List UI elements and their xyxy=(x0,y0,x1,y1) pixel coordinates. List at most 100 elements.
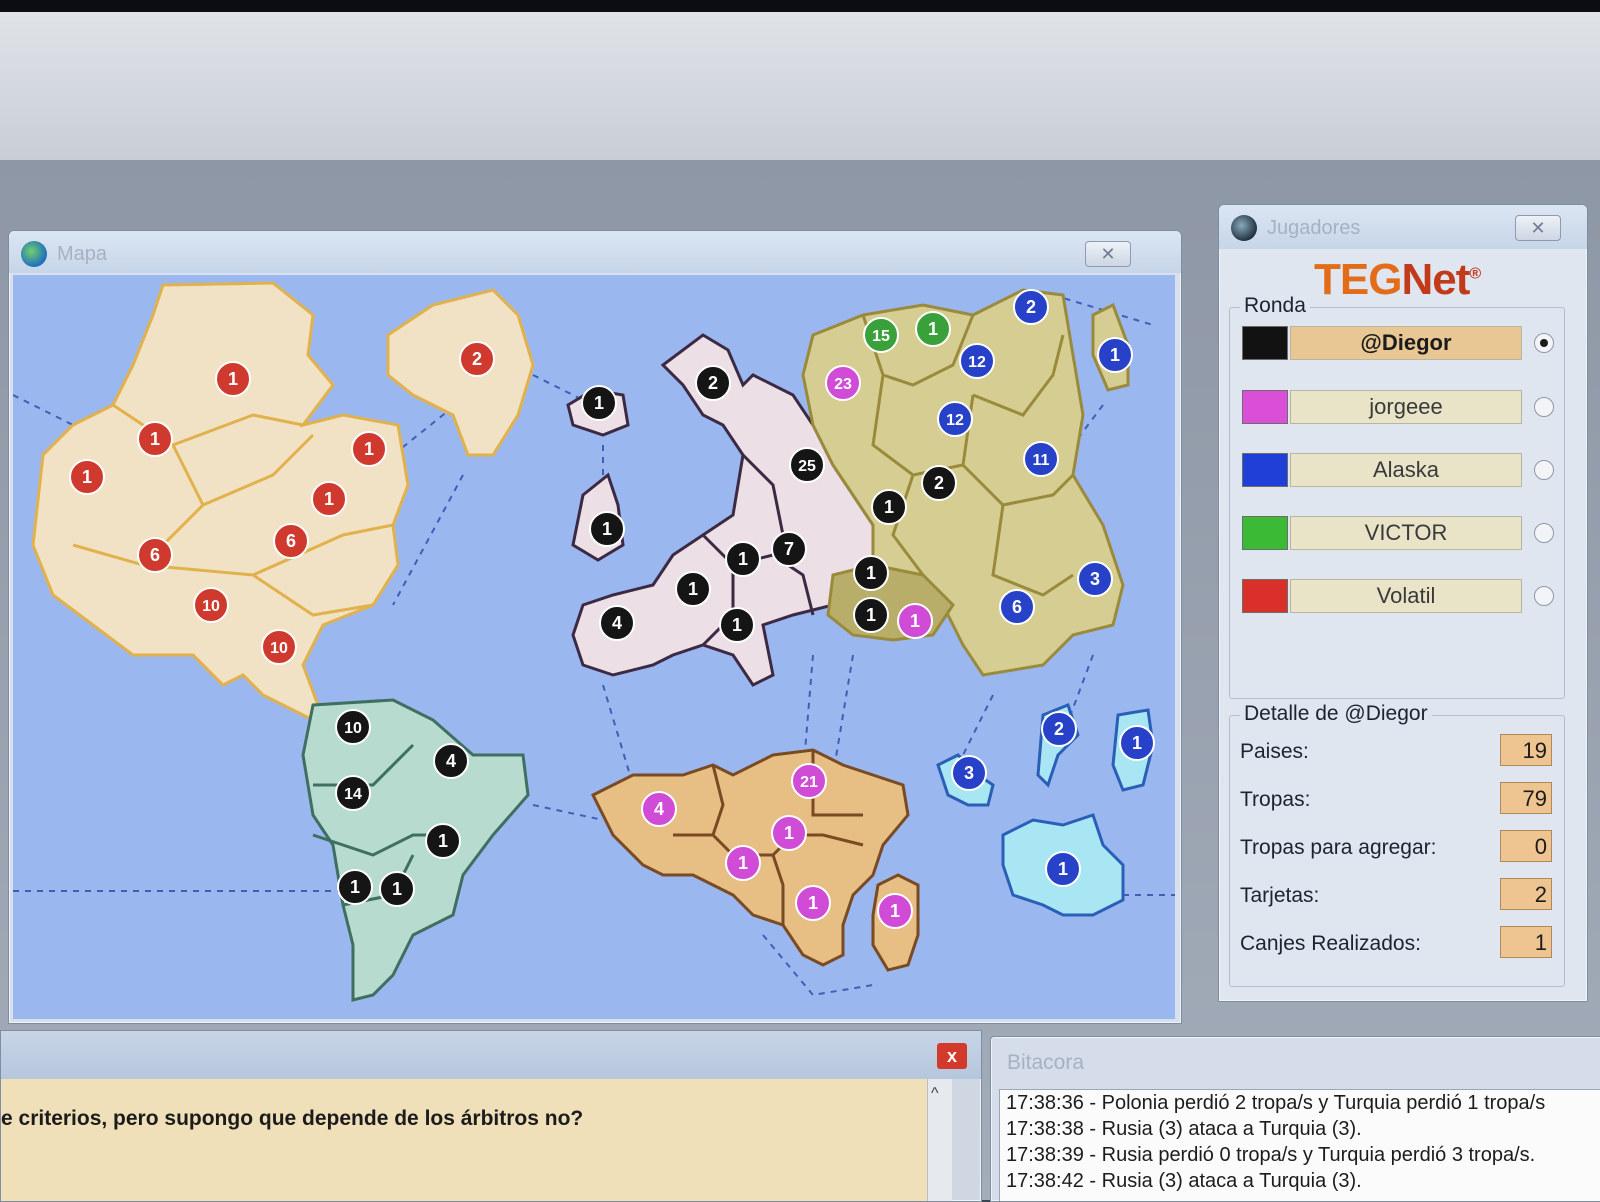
army-count: 3 xyxy=(964,763,974,783)
close-icon[interactable]: x xyxy=(937,1043,967,1069)
army-marker[interactable]: 1 xyxy=(871,489,907,525)
army-marker[interactable]: 12 xyxy=(937,401,973,437)
player-row[interactable]: Volatil xyxy=(1242,579,1572,613)
player-color-swatch xyxy=(1242,516,1288,550)
army-marker[interactable]: 23 xyxy=(825,365,861,401)
army-marker[interactable]: 1 xyxy=(795,885,831,921)
army-count: 1 xyxy=(1132,733,1142,753)
close-icon[interactable]: ✕ xyxy=(1515,215,1561,241)
players-window-title: Jugadores xyxy=(1267,217,1361,239)
army-marker[interactable]: 21 xyxy=(791,763,827,799)
player-row[interactable]: VICTOR xyxy=(1242,516,1572,550)
army-marker[interactable]: 1 xyxy=(853,597,889,633)
army-count: 21 xyxy=(800,774,818,791)
army-marker[interactable]: 1 xyxy=(719,607,755,643)
army-marker[interactable]: 1 xyxy=(897,603,933,639)
chat-window: x e criterios, pero supongo que depende … xyxy=(0,1030,982,1202)
army-marker[interactable]: 2 xyxy=(459,341,495,377)
army-marker[interactable]: 1 xyxy=(853,555,889,591)
player-color-swatch xyxy=(1242,453,1288,487)
players-icon xyxy=(1231,215,1257,241)
army-count: 1 xyxy=(350,877,360,897)
army-marker[interactable]: 1 xyxy=(337,869,373,905)
log-line: 17:38:38 - Rusia (3) ataca a Turquia (3)… xyxy=(1006,1118,1362,1140)
army-count: 4 xyxy=(446,751,456,771)
players-window-titlebar[interactable]: Jugadores ✕ xyxy=(1219,205,1587,249)
player-radio[interactable] xyxy=(1534,460,1554,480)
army-marker[interactable]: 12 xyxy=(959,343,995,379)
army-marker[interactable]: 1 xyxy=(137,421,173,457)
round-label: Ronda xyxy=(1240,294,1310,318)
world-map-svg[interactable]: 1112116610101041411 11212517141111215 1212… xyxy=(12,275,1175,1019)
army-marker[interactable]: 10 xyxy=(335,709,371,745)
army-marker[interactable]: 6 xyxy=(273,523,309,559)
close-icon[interactable]: ✕ xyxy=(1085,241,1131,267)
army-marker[interactable]: 4 xyxy=(599,605,635,641)
screen-bezel xyxy=(0,0,1600,12)
army-marker[interactable]: 1 xyxy=(675,571,711,607)
army-marker[interactable]: 4 xyxy=(641,791,677,827)
army-marker[interactable]: 1 xyxy=(1045,851,1081,887)
scroll-up-icon[interactable]: ^ xyxy=(931,1085,939,1103)
detail-value: 79 xyxy=(1500,782,1552,814)
army-marker[interactable]: 4 xyxy=(433,743,469,779)
player-radio[interactable] xyxy=(1534,523,1554,543)
army-marker[interactable]: 1 xyxy=(379,871,415,907)
army-marker[interactable]: 1 xyxy=(877,893,913,929)
army-marker[interactable]: 6 xyxy=(137,537,173,573)
army-marker[interactable]: 1 xyxy=(311,481,347,517)
army-marker[interactable]: 11 xyxy=(1023,441,1059,477)
army-marker[interactable]: 1 xyxy=(351,431,387,467)
army-marker[interactable]: 2 xyxy=(1041,711,1077,747)
army-count: 1 xyxy=(866,563,876,583)
army-marker[interactable]: 1 xyxy=(1119,725,1155,761)
army-marker[interactable]: 1 xyxy=(771,815,807,851)
army-marker[interactable]: 2 xyxy=(921,465,957,501)
player-radio[interactable] xyxy=(1534,397,1554,417)
army-marker[interactable]: 1 xyxy=(915,311,951,347)
army-count: 4 xyxy=(654,799,664,819)
army-marker[interactable]: 14 xyxy=(335,775,371,811)
army-marker[interactable]: 25 xyxy=(789,447,825,483)
army-marker[interactable]: 1 xyxy=(581,385,617,421)
army-count: 1 xyxy=(866,605,876,625)
army-marker[interactable]: 1 xyxy=(1097,337,1133,373)
army-count: 12 xyxy=(968,354,986,371)
player-name: VICTOR xyxy=(1290,516,1522,550)
world-map[interactable]: 1 1 1 2 1 1 6 6 10 10 10 4 14 1 1 1 1 2 1 25 1 7 1 4 1 1 1 1 2 15 1 2 12… xyxy=(12,275,1175,1019)
log-list[interactable]: 17:38:36 - Polonia perdió 2 tropa/s y Tu… xyxy=(999,1089,1600,1201)
player-name: Alaska xyxy=(1290,453,1522,487)
army-marker[interactable]: 1 xyxy=(725,845,761,881)
army-count: 6 xyxy=(150,545,160,565)
army-marker[interactable]: 7 xyxy=(771,531,807,567)
player-row[interactable]: @Diegor xyxy=(1242,326,1572,360)
army-count: 23 xyxy=(834,376,852,393)
chat-messages[interactable]: e criterios, pero supongo que depende de… xyxy=(1,1079,927,1201)
army-marker[interactable]: 15 xyxy=(863,317,899,353)
army-marker[interactable]: 3 xyxy=(951,755,987,791)
player-radio[interactable] xyxy=(1534,586,1554,606)
army-count: 1 xyxy=(594,393,604,413)
detail-value: 2 xyxy=(1500,878,1552,910)
army-marker[interactable]: 1 xyxy=(725,541,761,577)
player-row[interactable]: Alaska xyxy=(1242,453,1572,487)
army-marker[interactable]: 1 xyxy=(589,511,625,547)
army-marker[interactable]: 6 xyxy=(999,589,1035,625)
army-count: 10 xyxy=(270,640,288,657)
army-marker[interactable]: 3 xyxy=(1077,561,1113,597)
chat-scrollbar[interactable]: ^ xyxy=(927,1079,952,1201)
army-marker[interactable]: 1 xyxy=(215,361,251,397)
chat-titlebar[interactable] xyxy=(1,1031,981,1079)
army-count: 1 xyxy=(784,823,794,843)
player-row[interactable]: jorgeee xyxy=(1242,390,1572,424)
army-marker[interactable]: 1 xyxy=(425,823,461,859)
map-window-titlebar[interactable]: Mapa ✕ xyxy=(9,231,1181,273)
army-marker[interactable]: 10 xyxy=(261,629,297,665)
detail-row-tarjetas: Tarjetas: 2 xyxy=(1240,878,1560,912)
army-marker[interactable]: 10 xyxy=(193,587,229,623)
army-count: 3 xyxy=(1090,569,1100,589)
army-marker[interactable]: 2 xyxy=(1013,289,1049,325)
army-marker[interactable]: 1 xyxy=(69,459,105,495)
player-radio[interactable] xyxy=(1534,333,1554,353)
army-marker[interactable]: 2 xyxy=(695,365,731,401)
